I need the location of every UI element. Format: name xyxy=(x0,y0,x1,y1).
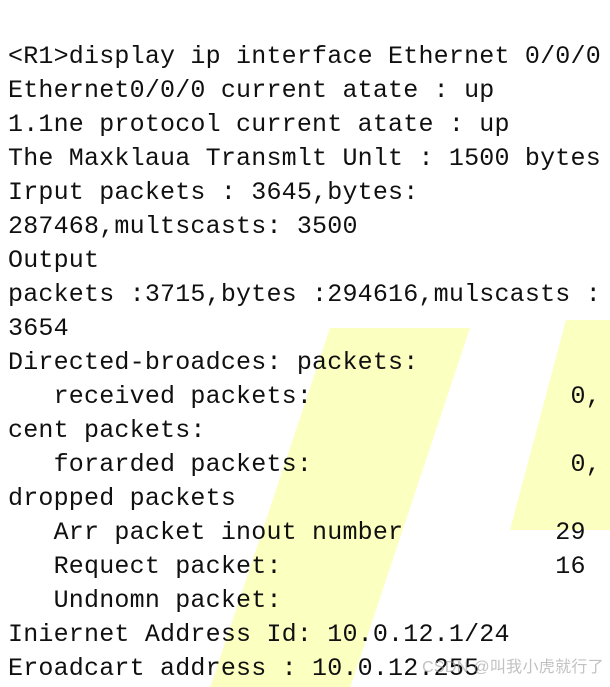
cli-line: <R1>display ip interface Ethernet 0/0/0 xyxy=(8,42,601,71)
cli-line: Requect packet: 16 xyxy=(8,552,586,581)
cli-line: forarded packets: 0, xyxy=(8,450,601,479)
cli-line: cent packets: xyxy=(8,416,206,445)
cli-line: The Maxklaua Transmlt Unlt : 1500 bytes xyxy=(8,144,601,173)
cli-line: Directed-broadces: packets: xyxy=(8,348,418,377)
cli-line: Undnomn packet: xyxy=(8,586,282,615)
cli-line: packets :3715,bytes :294616,mulscasts : xyxy=(8,280,601,309)
cli-line: Eroadcart address : 10.0.12.255 xyxy=(8,654,479,683)
cli-line: Arr packet inout number 29 xyxy=(8,518,586,547)
cli-line: 1.1ne protocol current atate : up xyxy=(8,110,510,139)
cli-line: 3654 xyxy=(8,314,69,343)
cli-line: dropped packets xyxy=(8,484,236,513)
terminal-output: <R1>display ip interface Ethernet 0/0/0 … xyxy=(0,0,610,687)
watermark-text: CSDN @叫我小虎就行了 xyxy=(422,653,604,677)
cli-line: Output xyxy=(8,246,99,275)
cli-line: received packets: 0, xyxy=(8,382,601,411)
cli-line: Ethernet0/0/0 current atate : up xyxy=(8,76,494,105)
cli-line: 287468,multscasts: 3500 xyxy=(8,212,358,241)
cli-line: Irput packets : 3645,bytes: xyxy=(8,178,418,207)
cli-line: Iniernet Address Id: 10.0.12.1/24 xyxy=(8,620,510,649)
